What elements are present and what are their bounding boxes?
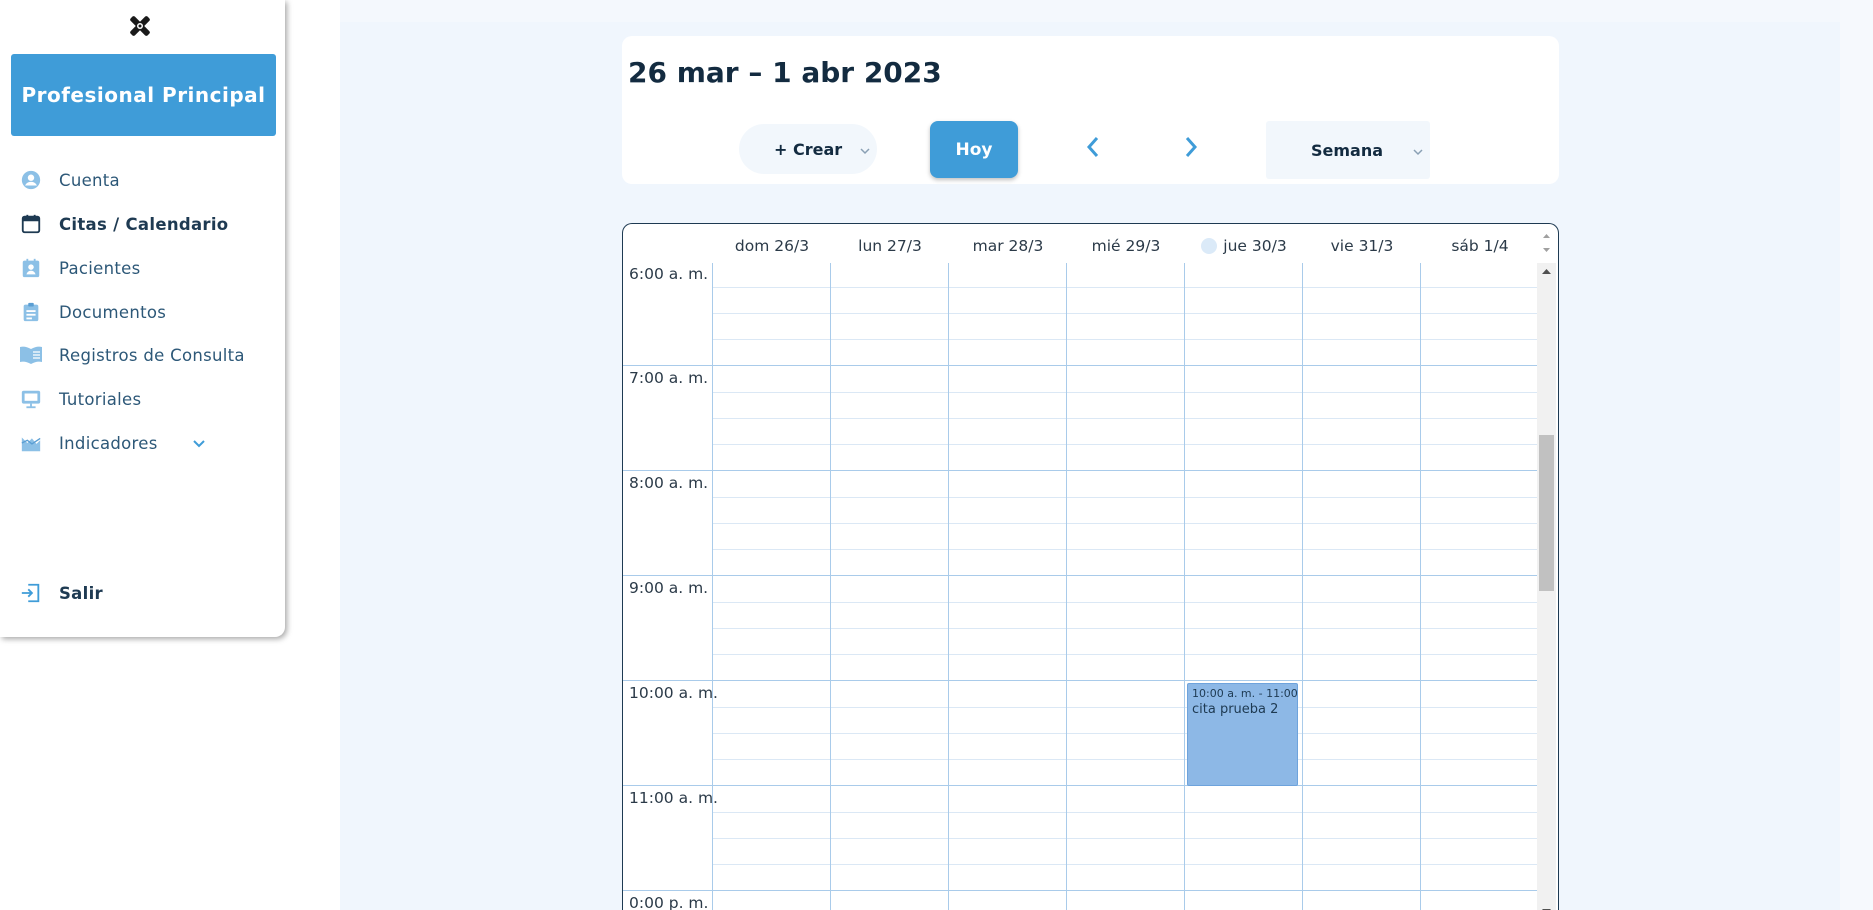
hour-line <box>623 785 1537 786</box>
today-indicator <box>1201 238 1218 254</box>
sidebar: Profesional Principal Cuenta Citas / Cal… <box>0 0 285 637</box>
grid-line <box>713 444 1537 445</box>
column-line <box>1184 263 1185 910</box>
sidebar-item-pacientes[interactable]: Pacientes <box>19 254 141 282</box>
grid-line <box>713 602 1537 603</box>
day-header[interactable]: mar 28/3 <box>949 237 1067 255</box>
calendar-icon <box>19 212 43 236</box>
today-button[interactable]: Hoy <box>930 121 1018 178</box>
grid-line <box>713 287 1537 288</box>
grid-line <box>713 418 1537 419</box>
grid-line <box>713 339 1537 340</box>
sidebar-item-citas-calendario[interactable]: Citas / Calendario <box>19 210 228 238</box>
sidebar-item-label: Documentos <box>59 302 167 322</box>
grid-line <box>713 549 1537 550</box>
hour-line <box>623 470 1537 471</box>
view-select-value: Semana <box>1311 140 1384 160</box>
previous-week-button[interactable] <box>1078 134 1108 164</box>
grid-line <box>713 838 1537 839</box>
sidebar-item-tutoriales[interactable]: Tutoriales <box>19 385 141 413</box>
day-header-today[interactable]: jue 30/3 <box>1185 237 1303 255</box>
top-band <box>340 0 1840 22</box>
time-label: 11:00 a. m. <box>629 789 718 807</box>
grid-line <box>713 313 1537 314</box>
sidebar-item-label: Citas / Calendario <box>59 214 229 234</box>
sidebar-item-registros-de-consulta[interactable]: Registros de Consulta <box>19 341 245 369</box>
hour-line <box>623 680 1537 681</box>
sidebar-item-label: Tutoriales <box>59 389 142 409</box>
create-label: + Crear <box>774 139 843 159</box>
day-header[interactable]: sáb 1/4 <box>1421 237 1539 255</box>
time-label: 0:00 p. m. <box>629 894 709 910</box>
scrollbar-thumb[interactable] <box>1539 435 1554 591</box>
grid-line <box>713 707 1537 708</box>
day-header-label: jue 30/3 <box>1223 237 1287 255</box>
date-range-title: 26 mar – 1 abr 2023 <box>628 56 942 89</box>
grid-line <box>713 733 1537 734</box>
today-label: Hoy <box>955 139 993 160</box>
presentation-board-icon <box>19 387 43 411</box>
account-circle-icon <box>19 168 43 192</box>
clipboard-icon <box>19 300 43 324</box>
calendar-event[interactable]: 10:00 a. m. - 11:00 a cita prueba 2 <box>1187 683 1298 786</box>
logout-label: Salir <box>59 583 103 603</box>
day-header[interactable]: lun 27/3 <box>831 237 949 255</box>
hour-line <box>623 575 1537 576</box>
sidebar-item-label: Registros de Consulta <box>59 345 245 365</box>
column-line <box>830 263 831 910</box>
column-line <box>1302 263 1303 910</box>
grid-line <box>713 523 1537 524</box>
header-scroll-arrows[interactable] <box>1537 228 1556 260</box>
time-grid[interactable]: 6:00 a. m. 7:00 a. m. 8:00 a. m. 9:00 a.… <box>623 263 1537 910</box>
sidebar-item-documentos[interactable]: Documentos <box>19 298 166 326</box>
hour-line <box>623 890 1537 891</box>
grid-line <box>713 392 1537 393</box>
time-label: 7:00 a. m. <box>629 369 709 387</box>
time-label: 9:00 a. m. <box>629 579 709 597</box>
time-label: 10:00 a. m. <box>629 684 718 702</box>
grid-line <box>713 628 1537 629</box>
next-week-button[interactable] <box>1176 134 1206 164</box>
chevron-left-icon <box>1084 135 1102 163</box>
grid-line <box>713 654 1537 655</box>
event-time: 10:00 a. m. - 11:00 a <box>1192 687 1298 700</box>
view-select[interactable]: Semana <box>1266 121 1430 179</box>
day-header[interactable]: dom 26/3 <box>713 237 831 255</box>
chevron-down-icon[interactable] <box>192 434 206 453</box>
profile-button[interactable]: Profesional Principal <box>11 54 276 136</box>
hour-line <box>623 365 1537 366</box>
time-label: 6:00 a. m. <box>629 265 709 283</box>
profile-label: Profesional Principal <box>21 83 266 107</box>
grid-line <box>713 759 1537 760</box>
sidebar-item-cuenta[interactable]: Cuenta <box>19 166 120 194</box>
event-title: cita prueba 2 <box>1192 702 1279 717</box>
logout-button[interactable]: Salir <box>19 579 103 607</box>
sidebar-item-label: Indicadores <box>59 433 158 453</box>
chevron-right-icon <box>1182 135 1200 163</box>
sidebar-item-label: Pacientes <box>59 258 141 278</box>
column-line <box>1066 263 1067 910</box>
patient-badge-icon <box>19 256 43 280</box>
open-book-icon <box>19 343 43 367</box>
day-header[interactable]: mié 29/3 <box>1067 237 1185 255</box>
grid-line <box>713 497 1537 498</box>
sidebar-item-indicadores[interactable]: Indicadores <box>19 429 206 457</box>
chart-area-icon <box>19 431 43 455</box>
app-logo-icon[interactable] <box>126 12 154 40</box>
column-line <box>712 263 713 910</box>
column-line <box>948 263 949 910</box>
logout-icon <box>19 581 43 605</box>
grid-line <box>713 864 1537 865</box>
sidebar-item-label: Cuenta <box>59 170 120 190</box>
grid-line <box>713 812 1537 813</box>
column-line <box>1420 263 1421 910</box>
chevron-down-icon <box>1412 142 1424 161</box>
day-header[interactable]: vie 31/3 <box>1303 237 1421 255</box>
right-margin <box>1840 0 1873 910</box>
time-label: 8:00 a. m. <box>629 474 709 492</box>
chevron-down-icon <box>859 141 871 160</box>
week-calendar: dom 26/3 lun 27/3 mar 28/3 mié 29/3 jue … <box>622 223 1559 910</box>
create-dropdown-button[interactable]: + Crear <box>739 124 877 174</box>
vertical-scrollbar[interactable] <box>1537 263 1556 910</box>
